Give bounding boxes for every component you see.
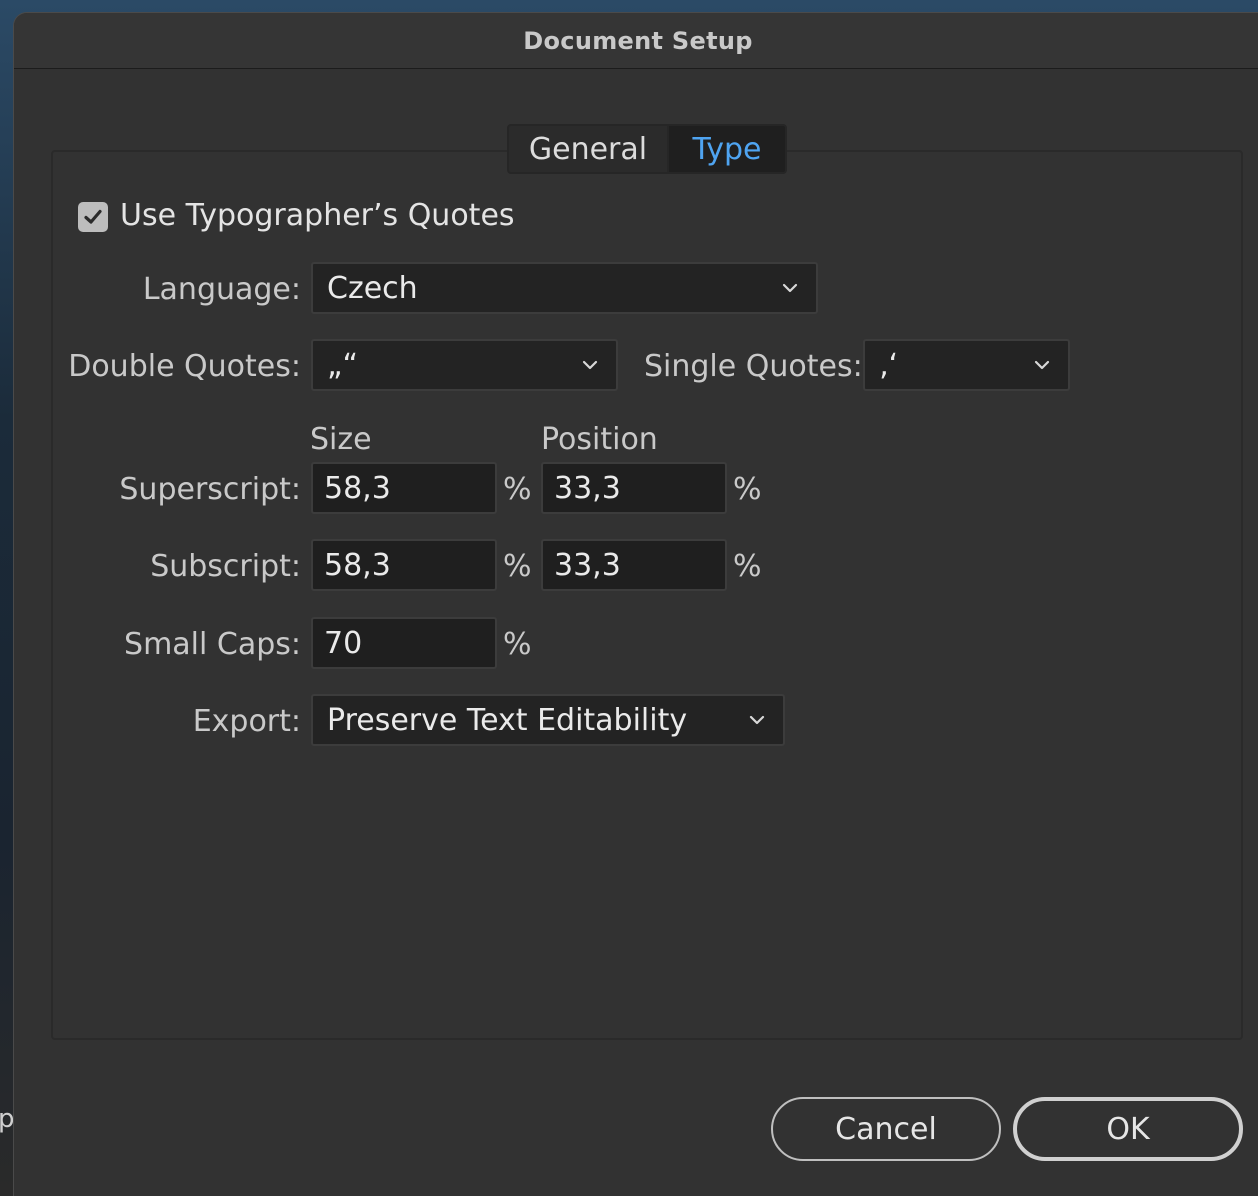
superscript-position-input[interactable]: 33,3 [541,462,727,514]
chevron-down-icon [782,283,798,293]
tab-general[interactable]: General [507,124,667,174]
subscript-position-percent: % [733,549,762,584]
export-value: Preserve Text Editability [327,702,688,738]
subscript-size-percent: % [503,549,532,584]
chevron-down-icon [1034,360,1050,370]
export-select[interactable]: Preserve Text Editability [311,694,785,746]
small-caps-percent: % [503,627,532,662]
small-caps-input[interactable]: 70 [311,617,497,669]
language-value: Czech [327,270,418,306]
single-quotes-value: ‚‘ [879,347,899,383]
language-select[interactable]: Czech [311,262,818,314]
double-quotes-value: „“ [327,347,359,383]
double-quotes-select[interactable]: „“ [311,339,618,391]
tab-type[interactable]: Type [667,124,787,174]
typographers-quotes-label[interactable]: Use Typographer’s Quotes [120,198,515,233]
language-label: Language: [142,272,301,307]
document-setup-dialog: Document Setup General Type Use Typograp… [13,12,1258,1196]
position-column-header: Position [541,422,658,457]
ok-button[interactable]: OK [1013,1097,1243,1161]
typographers-quotes-checkbox[interactable] [78,202,108,232]
superscript-label: Superscript: [119,472,301,507]
title-bar[interactable]: Document Setup [14,13,1258,69]
superscript-position-percent: % [733,472,762,507]
superscript-size-input[interactable]: 58,3 [311,462,497,514]
export-label: Export: [192,704,301,739]
dialog-title: Document Setup [523,26,753,55]
checkmark-icon [84,209,102,224]
chevron-down-icon [749,715,765,725]
size-column-header: Size [310,422,372,457]
small-caps-label: Small Caps: [124,627,301,662]
double-quotes-label: Double Quotes: [68,349,301,384]
single-quotes-select[interactable]: ‚‘ [863,339,1070,391]
subscript-size-input[interactable]: 58,3 [311,539,497,591]
tab-bar: General Type [507,124,787,174]
subscript-label: Subscript: [150,549,301,584]
superscript-size-percent: % [503,472,532,507]
cancel-button[interactable]: Cancel [771,1097,1001,1161]
chevron-down-icon [582,360,598,370]
single-quotes-label: Single Quotes: [644,349,863,384]
subscript-position-input[interactable]: 33,3 [541,539,727,591]
